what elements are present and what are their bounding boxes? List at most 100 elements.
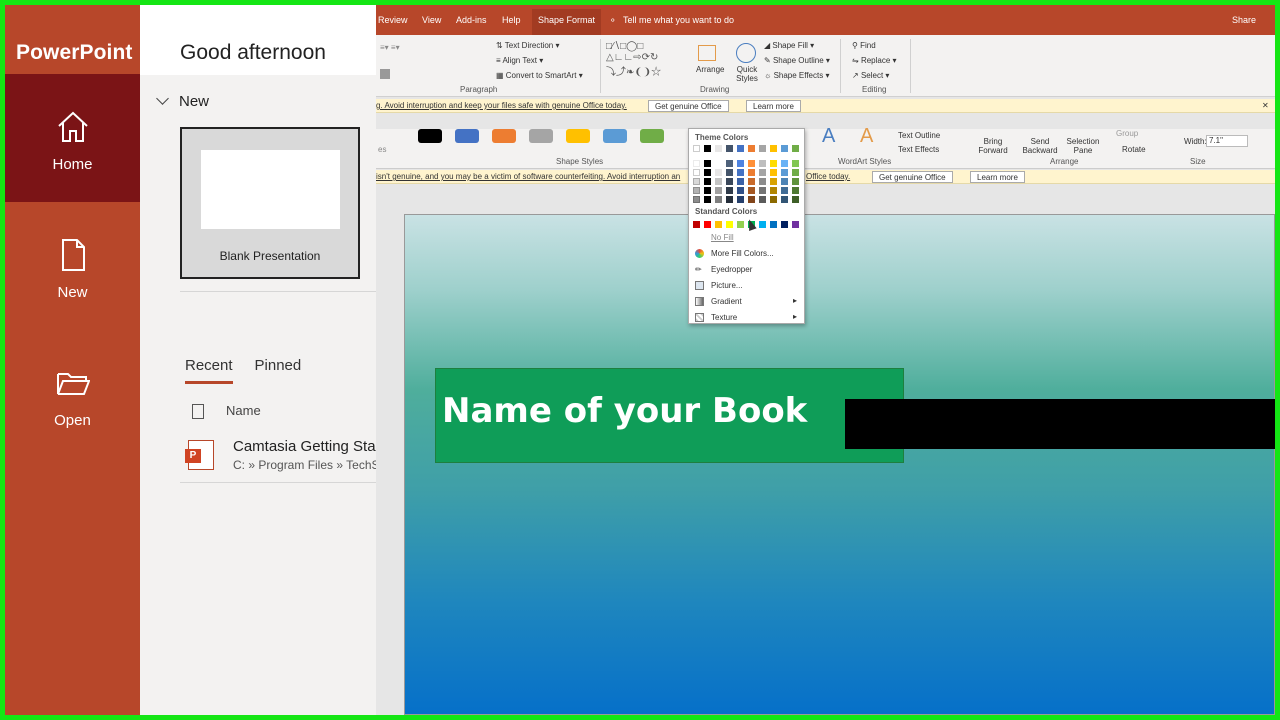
theme-color-swatch[interactable] <box>759 160 766 167</box>
share-button[interactable]: Share <box>1232 15 1256 25</box>
theme-color-swatch[interactable] <box>748 178 755 185</box>
theme-color-swatch[interactable] <box>781 187 788 194</box>
texture-option[interactable]: Texture ▸ <box>693 311 801 325</box>
tab-view[interactable]: View <box>422 15 441 25</box>
width-input[interactable]: 7.1" <box>1206 135 1248 147</box>
black-rectangle-shape[interactable] <box>845 399 1275 449</box>
theme-color-swatch[interactable] <box>715 187 722 194</box>
standard-color-swatch[interactable] <box>770 221 777 228</box>
theme-color-swatch[interactable] <box>726 178 733 185</box>
standard-color-swatch[interactable] <box>792 221 799 228</box>
get-genuine-office-button[interactable]: Get genuine Office <box>648 100 729 112</box>
theme-color-swatch[interactable] <box>704 187 711 194</box>
theme-color-swatch[interactable] <box>715 145 722 152</box>
convert-smartart-button[interactable]: ▦ Convert to SmartArt ▾ <box>496 71 583 80</box>
theme-color-swatch[interactable] <box>748 145 755 152</box>
wordart-style-a[interactable]: A <box>860 125 873 148</box>
theme-color-swatch[interactable] <box>748 169 755 176</box>
shape-style-swatch[interactable] <box>418 129 442 143</box>
no-fill-option[interactable]: No Fill <box>693 231 801 245</box>
shape-style-swatch[interactable] <box>603 129 627 143</box>
theme-color-swatch[interactable] <box>726 187 733 194</box>
theme-color-swatch[interactable] <box>704 160 711 167</box>
standard-color-swatch[interactable] <box>715 221 722 228</box>
theme-color-swatch[interactable] <box>726 145 733 152</box>
get-genuine-office-button[interactable]: Get genuine Office <box>872 171 953 183</box>
theme-color-swatch[interactable] <box>748 196 755 203</box>
close-icon[interactable]: ✕ <box>1262 101 1269 110</box>
theme-color-swatch[interactable] <box>781 160 788 167</box>
learn-more-button[interactable]: Learn more <box>746 100 801 112</box>
tab-shape-format[interactable]: Shape Format <box>532 9 602 35</box>
theme-color-swatch[interactable] <box>759 178 766 185</box>
tab-recent[interactable]: Recent <box>185 357 233 384</box>
theme-color-swatch[interactable] <box>748 187 755 194</box>
theme-color-swatch[interactable] <box>693 196 700 203</box>
tab-add-ins[interactable]: Add-ins <box>456 15 487 25</box>
more-fill-colors-option[interactable]: More Fill Colors... <box>693 247 801 261</box>
selection-pane-button[interactable]: Selection Pane <box>1066 137 1100 155</box>
arrange-button[interactable]: Arrange <box>696 65 724 74</box>
slide-canvas[interactable]: Name of your Book <box>404 214 1275 715</box>
theme-color-swatch[interactable] <box>770 145 777 152</box>
shapes-gallery[interactable]: □∕∖□◯□ △∟∟⇨⟳↻ ⤵⤴❧❨❩☆ <box>606 41 661 78</box>
theme-color-swatch[interactable] <box>770 178 777 185</box>
picture-option[interactable]: Picture... <box>693 279 801 293</box>
learn-more-button[interactable]: Learn more <box>970 171 1025 183</box>
align-text-button[interactable]: ≡ Align Text ▾ <box>496 56 543 65</box>
theme-color-swatch[interactable] <box>770 160 777 167</box>
shape-style-swatch[interactable] <box>529 129 553 143</box>
theme-color-swatch[interactable] <box>715 169 722 176</box>
theme-color-swatch[interactable] <box>737 160 744 167</box>
theme-color-swatch[interactable] <box>781 169 788 176</box>
theme-color-swatch[interactable] <box>792 145 799 152</box>
blank-presentation-card[interactable]: Blank Presentation <box>180 127 360 279</box>
theme-color-swatch[interactable] <box>737 169 744 176</box>
bring-forward-button[interactable]: Bring Forward <box>976 137 1010 155</box>
standard-color-swatch[interactable] <box>759 221 766 228</box>
title-shape[interactable]: Name of your Book <box>435 368 904 463</box>
theme-color-swatch[interactable] <box>759 187 766 194</box>
theme-color-swatch[interactable] <box>693 169 700 176</box>
theme-color-swatch[interactable] <box>759 145 766 152</box>
group-button[interactable]: Group <box>1116 129 1138 138</box>
nav-home[interactable]: Home <box>5 74 140 202</box>
theme-color-swatch[interactable] <box>792 169 799 176</box>
rotate-button[interactable]: Rotate <box>1122 145 1146 154</box>
theme-color-swatch[interactable] <box>792 196 799 203</box>
eyedropper-option[interactable]: ✏ Eyedropper <box>693 263 801 277</box>
shape-style-swatch[interactable] <box>640 129 664 143</box>
theme-color-swatch[interactable] <box>759 169 766 176</box>
theme-color-swatch[interactable] <box>715 178 722 185</box>
quick-styles-button[interactable]: Quick Styles <box>732 65 762 83</box>
theme-color-swatch[interactable] <box>770 196 777 203</box>
theme-color-swatch[interactable] <box>704 196 711 203</box>
standard-color-swatch[interactable] <box>704 221 711 228</box>
theme-color-swatch[interactable] <box>693 160 700 167</box>
theme-color-swatch[interactable] <box>792 187 799 194</box>
tab-review[interactable]: Review <box>378 15 408 25</box>
tell-me-search[interactable]: Tell me what you want to do <box>623 15 734 25</box>
standard-color-swatch[interactable] <box>781 221 788 228</box>
theme-color-swatch[interactable] <box>781 178 788 185</box>
theme-color-swatch[interactable] <box>693 178 700 185</box>
find-button[interactable]: ⚲ Find <box>852 41 876 50</box>
theme-color-swatch[interactable] <box>792 160 799 167</box>
theme-color-swatch[interactable] <box>759 196 766 203</box>
shape-style-swatch[interactable] <box>566 129 590 143</box>
shape-fill-button[interactable]: ◢ Shape Fill ▾ <box>764 41 814 50</box>
text-direction-button[interactable]: ⇅ Text Direction ▾ <box>496 41 560 50</box>
standard-color-swatch[interactable] <box>693 221 700 228</box>
theme-color-swatch[interactable] <box>693 145 700 152</box>
theme-color-swatch[interactable] <box>748 160 755 167</box>
theme-color-swatch[interactable] <box>792 178 799 185</box>
shape-style-swatch[interactable] <box>492 129 516 143</box>
nav-open[interactable]: Open <box>5 330 140 458</box>
theme-color-swatch[interactable] <box>693 187 700 194</box>
send-backward-button[interactable]: Send Backward <box>1022 137 1058 155</box>
theme-color-swatch[interactable] <box>726 196 733 203</box>
shape-outline-button[interactable]: ✎ Shape Outline ▾ <box>764 56 830 65</box>
theme-color-swatch[interactable] <box>737 187 744 194</box>
theme-color-swatch[interactable] <box>781 145 788 152</box>
tab-help[interactable]: Help <box>502 15 521 25</box>
